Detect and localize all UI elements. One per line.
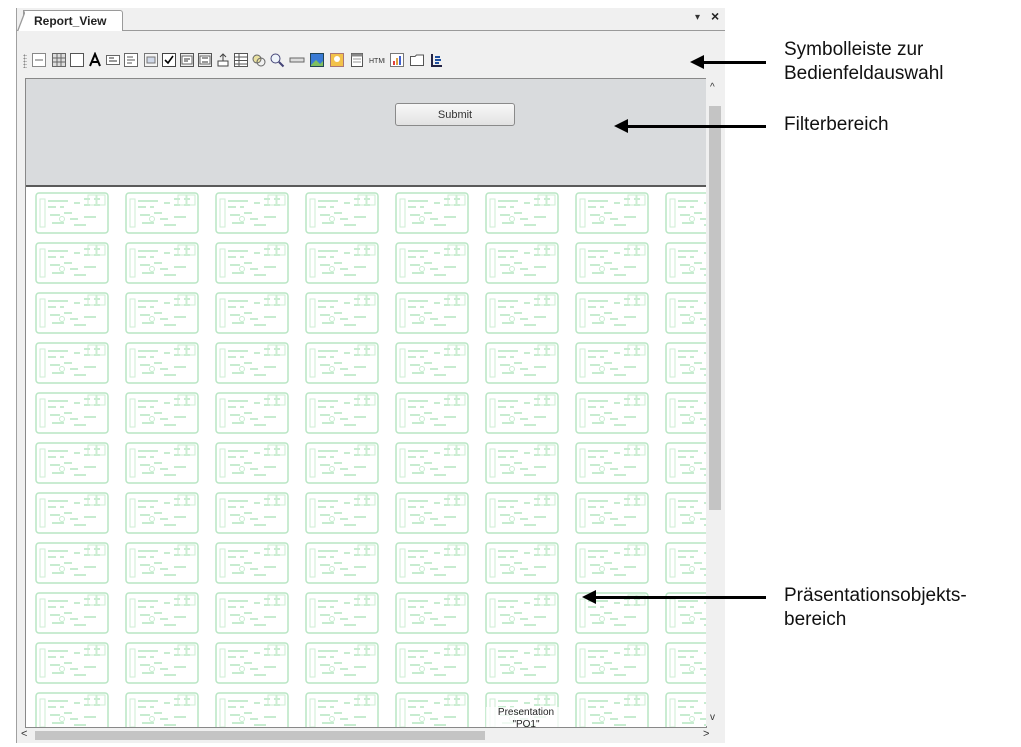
tree-icon[interactable] <box>429 52 445 68</box>
presentation-annotation-line1: Präsentationsobjekts- <box>784 585 967 606</box>
toolbar-annotation: Symbolleiste zur Bedienfeldauswahl <box>784 38 944 86</box>
filter-area: Submit <box>26 79 706 187</box>
separator-icon[interactable] <box>289 52 305 68</box>
scroll-right-icon[interactable]: > <box>703 728 709 740</box>
tab-label: Report_View <box>34 14 107 28</box>
panel-selection-toolbar: HTML <box>17 31 725 81</box>
spin-box-icon[interactable] <box>197 52 213 68</box>
calendar-icon[interactable] <box>349 52 365 68</box>
horizontal-scroll-thumb[interactable] <box>35 731 485 740</box>
html-icon[interactable]: HTML <box>369 52 385 68</box>
vertical-scrollbar[interactable]: ^ v <box>706 78 724 726</box>
table-grid-icon[interactable] <box>51 52 67 68</box>
folder-icon[interactable] <box>409 52 425 68</box>
data-grid-icon[interactable] <box>233 52 249 68</box>
toolbar-annotation-arrow <box>690 55 766 69</box>
scroll-up-icon[interactable]: ^ <box>710 82 715 93</box>
panel-box-icon[interactable] <box>69 52 85 68</box>
tab-strip: Report_View ▾ × <box>17 8 725 32</box>
filter-annotation-arrow <box>614 119 766 133</box>
toolbar-annotation-line1: Symbolleiste zur <box>784 39 924 60</box>
chart-icon[interactable] <box>389 52 405 68</box>
presentation-label: Presentation "PO1" <box>486 707 566 727</box>
close-icon[interactable]: × <box>711 8 719 24</box>
scroll-down-icon[interactable]: v <box>710 712 715 723</box>
submit-button[interactable]: Submit <box>395 103 515 126</box>
presentation-placeholder-grid <box>26 187 706 727</box>
combo-box-icon[interactable] <box>179 52 195 68</box>
svg-text:HTML: HTML <box>369 58 385 65</box>
collapse-panel-icon[interactable] <box>31 52 47 68</box>
horizontal-scrollbar[interactable]: < > <box>17 728 725 743</box>
presentation-label-line1: Presentation <box>497 707 555 718</box>
text-field-icon[interactable] <box>105 52 121 68</box>
text-label-icon[interactable] <box>87 52 103 68</box>
upload-icon[interactable] <box>215 52 231 68</box>
chevron-down-icon[interactable]: ▾ <box>695 12 700 23</box>
text-box-icon[interactable] <box>123 52 139 68</box>
tab-report-view[interactable]: Report_View <box>17 10 123 32</box>
scroll-left-icon[interactable]: < <box>21 728 27 740</box>
filter-annotation: Filterbereich <box>784 114 889 135</box>
image-icon[interactable] <box>309 52 325 68</box>
vertical-scroll-thumb[interactable] <box>709 106 721 510</box>
report-canvas: Submit Presentation "PO1" <box>25 78 707 728</box>
presentation-annotation: Präsentationsobjekts- bereich <box>784 584 967 632</box>
search-icon[interactable] <box>269 52 285 68</box>
presentation-object-area[interactable]: Presentation "PO1" <box>26 187 706 727</box>
toolbar-annotation-line2: Bedienfeldauswahl <box>784 63 944 84</box>
presentation-label-line2: "PO1" <box>512 719 540 727</box>
user-icon[interactable] <box>329 52 345 68</box>
checkbox-icon[interactable] <box>161 52 177 68</box>
link-icon[interactable] <box>251 52 267 68</box>
presentation-annotation-line2: bereich <box>784 609 847 630</box>
toolbar-grip[interactable] <box>23 54 27 68</box>
list-box-icon[interactable] <box>143 52 159 68</box>
presentation-annotation-arrow <box>582 590 766 604</box>
